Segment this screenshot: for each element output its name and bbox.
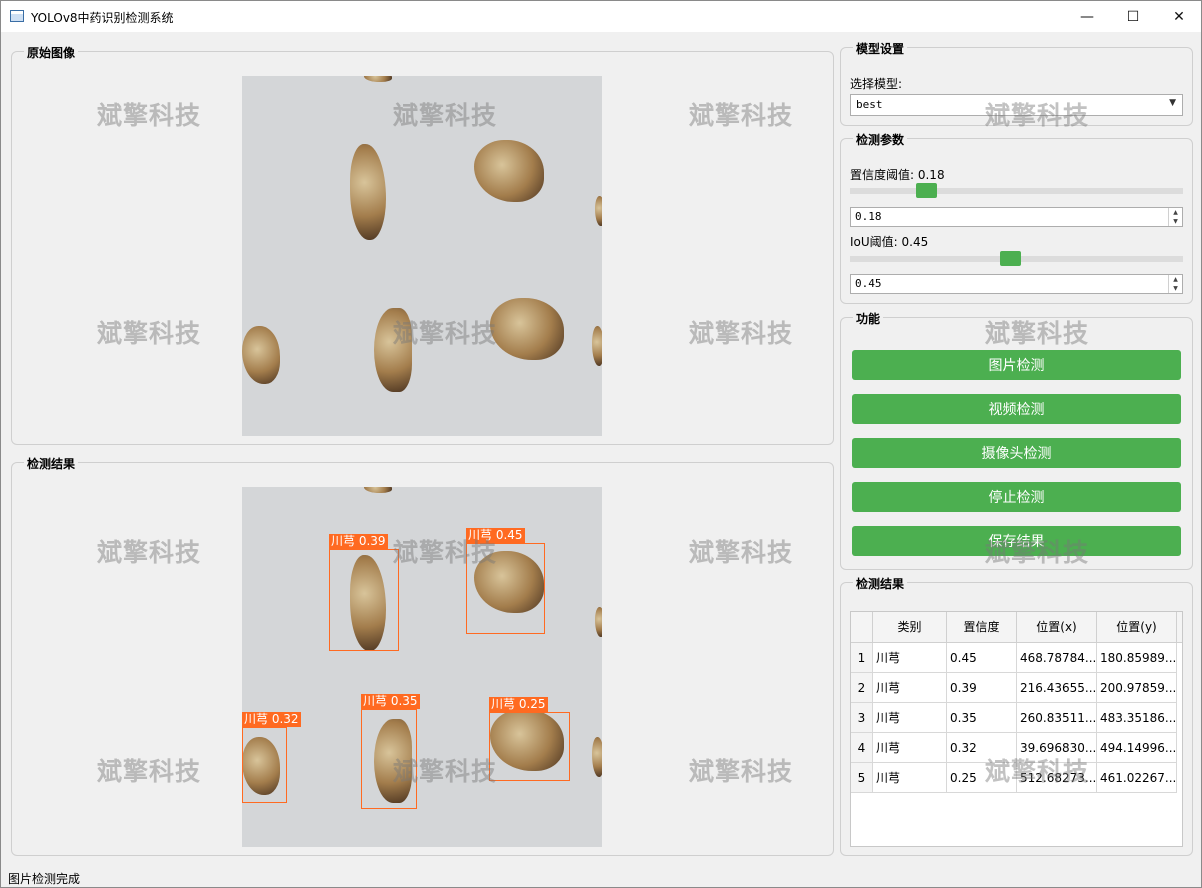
app-icon (10, 10, 24, 22)
table-cell[interactable]: 0.39 (947, 673, 1017, 703)
column-header[interactable]: 位置(y) (1097, 612, 1177, 643)
title-bar: YOLOv8中药识别检测系统 — ☐ ✕ (1, 1, 1201, 32)
image-detect-button[interactable]: 图片检测 (852, 350, 1181, 380)
table-cell[interactable]: 0.25 (947, 763, 1017, 793)
iou-spin-value: 0.45 (855, 277, 882, 290)
table-row[interactable]: 3 川芎 0.35 260.83511... 483.35186... (851, 703, 1182, 733)
iou-threshold-slider[interactable] (850, 251, 1183, 266)
table-row[interactable]: 5 川芎 0.25 512.68273... 461.02267... (851, 763, 1182, 793)
detection-box: 川芎 0.25 (489, 697, 570, 781)
row-index[interactable]: 2 (851, 673, 873, 703)
table-row[interactable]: 2 川芎 0.39 216.43655... 200.97859... (851, 673, 1182, 703)
app-window: YOLOv8中药识别检测系统 — ☐ ✕ 原始图像 检测结果 川芎 0.39 川 (0, 0, 1202, 888)
close-button[interactable]: ✕ (1156, 1, 1202, 32)
table-cell[interactable]: 483.35186... (1097, 703, 1177, 733)
table-cell[interactable]: 260.83511... (1017, 703, 1097, 733)
results-table-title: 检测结果 (853, 575, 908, 592)
column-header[interactable]: 位置(x) (1017, 612, 1097, 643)
table-cell[interactable]: 0.32 (947, 733, 1017, 763)
table-row[interactable]: 4 川芎 0.32 39.696830... 494.14996... (851, 733, 1182, 763)
table-cell[interactable]: 200.97859... (1097, 673, 1177, 703)
original-image (242, 76, 602, 436)
camera-detect-button[interactable]: 摄像头检测 (852, 438, 1181, 468)
table-cell[interactable]: 川芎 (873, 673, 947, 703)
maximize-button[interactable]: ☐ (1110, 1, 1156, 32)
detection-label: 川芎 0.32 (242, 712, 301, 727)
detection-box: 川芎 0.32 (242, 712, 301, 803)
table-corner[interactable] (851, 612, 873, 643)
stop-detect-button[interactable]: 停止检测 (852, 482, 1181, 512)
iou-threshold-label: IoU阈值: 0.45 (850, 235, 929, 249)
detection-label: 川芎 0.45 (466, 528, 525, 543)
table-cell[interactable]: 216.43655... (1017, 673, 1097, 703)
conf-threshold-spinbox[interactable]: 0.18 ▲ ▼ (850, 207, 1183, 227)
column-header[interactable]: 类别 (873, 612, 947, 643)
spin-down-icon[interactable]: ▼ (1169, 217, 1182, 226)
conf-slider-handle[interactable] (916, 183, 937, 198)
detection-box: 川芎 0.35 (361, 694, 420, 809)
functions-title: 功能 (853, 310, 884, 327)
column-header[interactable]: 置信度 (947, 612, 1017, 643)
model-settings-title: 模型设置 (853, 40, 908, 57)
table-cell[interactable]: 461.02267... (1097, 763, 1177, 793)
model-select-value: best (856, 98, 883, 111)
table-cell[interactable]: 494.14996... (1097, 733, 1177, 763)
iou-slider-handle[interactable] (1000, 251, 1021, 266)
table-cell[interactable]: 川芎 (873, 733, 947, 763)
result-image: 川芎 0.39 川芎 0.45 川芎 0.32 川芎 0.35 川芎 0.25 (242, 487, 602, 847)
row-index[interactable]: 4 (851, 733, 873, 763)
spin-up-icon[interactable]: ▲ (1169, 208, 1182, 217)
minimize-button[interactable]: — (1064, 1, 1110, 32)
detection-label: 川芎 0.25 (489, 697, 548, 712)
result-image-title: 检测结果 (24, 455, 79, 472)
table-cell[interactable]: 512.68273... (1017, 763, 1097, 793)
conf-spin-value: 0.18 (855, 210, 882, 223)
window-title: YOLOv8中药识别检测系统 (31, 11, 174, 25)
iou-spin-buttons: ▲ ▼ (1168, 275, 1182, 293)
table-header: 类别 置信度 位置(x) 位置(y) (851, 612, 1182, 643)
detection-label: 川芎 0.35 (361, 694, 420, 709)
row-index[interactable]: 5 (851, 763, 873, 793)
table-cell[interactable]: 180.85989... (1097, 643, 1177, 673)
table-cell[interactable]: 0.45 (947, 643, 1017, 673)
results-table[interactable]: 类别 置信度 位置(x) 位置(y) 1 川芎 0.45 468.78784... 18… (850, 611, 1183, 847)
conf-threshold-label: 置信度阈值: 0.18 (850, 168, 945, 182)
detect-params-title: 检测参数 (853, 131, 908, 148)
table-cell[interactable]: 川芎 (873, 763, 947, 793)
model-select-label: 选择模型: (850, 77, 903, 91)
table-cell[interactable]: 468.78784... (1017, 643, 1097, 673)
detection-box: 川芎 0.45 (466, 528, 545, 634)
table-cell[interactable]: 川芎 (873, 703, 947, 733)
chevron-down-icon: ▼ (1169, 98, 1176, 108)
spin-up-icon[interactable]: ▲ (1169, 275, 1182, 284)
iou-threshold-spinbox[interactable]: 0.45 ▲ ▼ (850, 274, 1183, 294)
status-bar: 图片检测完成 (8, 872, 81, 886)
detection-label: 川芎 0.39 (329, 534, 388, 549)
row-index[interactable]: 1 (851, 643, 873, 673)
row-index[interactable]: 3 (851, 703, 873, 733)
original-image-title: 原始图像 (24, 44, 79, 61)
table-cell[interactable]: 川芎 (873, 643, 947, 673)
save-result-button[interactable]: 保存结果 (852, 526, 1181, 556)
table-cell[interactable]: 39.696830... (1017, 733, 1097, 763)
model-select[interactable]: best ▼ (850, 94, 1183, 116)
conf-spin-buttons: ▲ ▼ (1168, 208, 1182, 226)
video-detect-button[interactable]: 视频检测 (852, 394, 1181, 424)
detection-box: 川芎 0.39 (329, 534, 399, 651)
conf-threshold-slider[interactable] (850, 183, 1183, 198)
table-cell[interactable]: 0.35 (947, 703, 1017, 733)
table-row[interactable]: 1 川芎 0.45 468.78784... 180.85989... (851, 643, 1182, 673)
spin-down-icon[interactable]: ▼ (1169, 284, 1182, 293)
